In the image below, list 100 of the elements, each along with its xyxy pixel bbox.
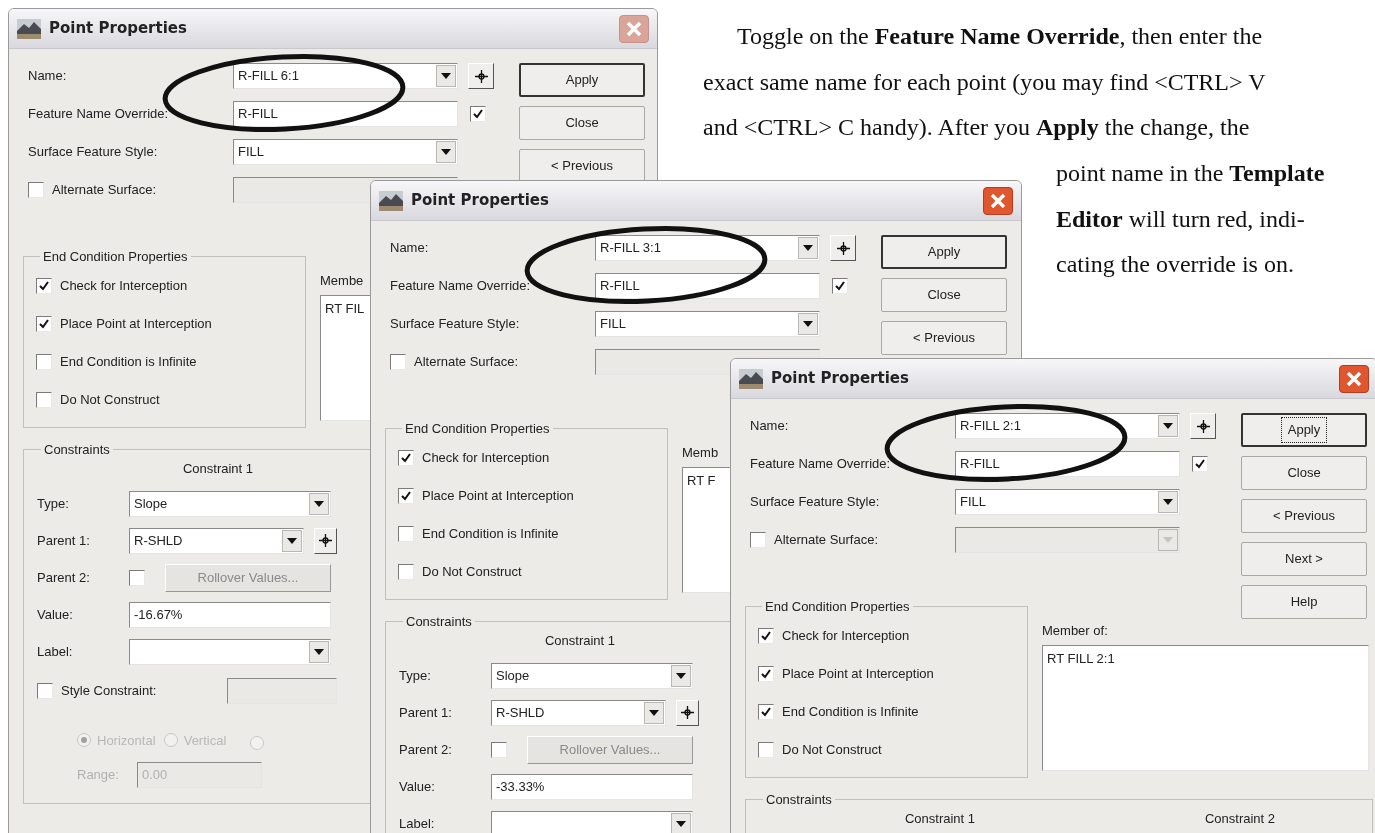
caret-icon xyxy=(1163,499,1173,505)
text-field[interactable]: -33.33% xyxy=(491,773,693,800)
pick-button[interactable] xyxy=(830,235,856,261)
field-label: Feature Name Override: xyxy=(750,455,891,474)
app-icon xyxy=(379,190,403,211)
combo-box[interactable]: R-FILL 3:1 xyxy=(595,235,820,261)
dialog-button[interactable]: < Previous xyxy=(1241,499,1367,533)
close-icon xyxy=(1346,370,1362,387)
group-title: End Condition Properties xyxy=(42,248,189,266)
text-field[interactable]: R-FILL xyxy=(233,101,458,127)
dialog-button[interactable]: Help xyxy=(1241,585,1367,619)
caret-icon xyxy=(441,73,451,79)
checkbox[interactable] xyxy=(470,106,486,122)
dialog-button[interactable]: Apply xyxy=(519,63,645,97)
combo-box[interactable]: R-SHLD xyxy=(129,527,305,554)
field-label: Style Constraint: xyxy=(61,682,157,701)
field-label: Feature Name Override: xyxy=(390,277,531,296)
window-title: Point Properties xyxy=(771,368,909,390)
dialog-button[interactable]: < Previous xyxy=(519,149,645,183)
combo-box[interactable]: Slope xyxy=(491,662,693,689)
checkbox-label: End Condition is Infinite xyxy=(60,352,197,371)
group-title: End Condition Properties xyxy=(404,420,551,438)
combo-box[interactable]: R-SHLD xyxy=(491,699,667,726)
field-label: Alternate Surface: xyxy=(774,531,879,550)
text-field[interactable]: -16.67% xyxy=(129,601,331,628)
field-label: Value: xyxy=(37,605,73,624)
checkbox[interactable] xyxy=(758,703,774,720)
text-field[interactable]: R-FILL xyxy=(595,273,820,299)
pick-button[interactable] xyxy=(1190,413,1216,439)
dialog-button[interactable]: Close xyxy=(519,106,645,140)
group-title: End Condition Properties xyxy=(764,598,911,616)
checkbox[interactable] xyxy=(758,665,774,682)
checkbox[interactable] xyxy=(398,449,414,466)
combo-box[interactable]: FILL xyxy=(955,489,1180,515)
dropdown-button[interactable] xyxy=(436,65,456,87)
caret-icon xyxy=(676,672,686,679)
checkbox[interactable] xyxy=(1192,456,1208,472)
dropdown-button[interactable] xyxy=(798,313,818,335)
dropdown-button[interactable] xyxy=(282,529,303,552)
dropdown-button[interactable] xyxy=(436,141,456,163)
pick-button[interactable] xyxy=(314,527,337,554)
dropdown-button[interactable] xyxy=(644,701,665,724)
app-icon xyxy=(17,18,41,39)
dialog-button[interactable]: Apply xyxy=(881,235,1007,269)
close-button[interactable] xyxy=(619,14,649,43)
pick-button[interactable] xyxy=(468,63,494,89)
checkbox[interactable] xyxy=(36,391,52,408)
dropdown-button[interactable] xyxy=(1158,491,1178,513)
close-icon xyxy=(626,20,642,37)
caret-icon xyxy=(1163,537,1173,543)
checkbox[interactable] xyxy=(832,278,848,294)
group-title: Constraints xyxy=(405,612,473,631)
checkbox[interactable] xyxy=(36,277,52,294)
dropdown-button[interactable] xyxy=(671,812,691,833)
field-label: Label: xyxy=(37,642,73,661)
caret-icon xyxy=(441,149,451,155)
column-heading: Constraint 1 xyxy=(181,460,255,478)
checkbox[interactable] xyxy=(37,683,53,699)
field-label: Surface Feature Style: xyxy=(28,143,158,162)
dropdown-button[interactable] xyxy=(1158,415,1178,437)
caret-icon xyxy=(287,537,298,544)
crosshair-icon xyxy=(319,534,333,547)
list-box[interactable]: RT FILL 2:1 xyxy=(1042,644,1369,771)
paragraph: point name in the Template Editor will turn red, indi- cating the override is on. xyxy=(1056,159,1325,279)
column-heading: Constraint 1 xyxy=(543,632,617,650)
field-label: Type: xyxy=(399,666,431,685)
dropdown-button[interactable] xyxy=(671,664,691,687)
checkbox-label: Check for Interception xyxy=(60,276,188,295)
checkbox[interactable] xyxy=(398,487,414,504)
text-field[interactable]: R-FILL xyxy=(955,451,1180,477)
checkbox[interactable] xyxy=(36,353,52,370)
dropdown-button[interactable] xyxy=(309,640,329,663)
dialog-button[interactable]: Close xyxy=(1241,456,1367,490)
dialog-button[interactable]: Apply xyxy=(1241,413,1367,447)
window-title: Point Properties xyxy=(49,18,187,40)
checkbox[interactable] xyxy=(398,525,414,542)
checkbox[interactable] xyxy=(36,315,52,332)
list-label: Membe xyxy=(320,272,364,290)
combo-box[interactable]: FILL xyxy=(233,139,458,165)
pick-button[interactable] xyxy=(676,699,699,726)
close-button[interactable] xyxy=(1339,364,1369,393)
text-field[interactable] xyxy=(227,678,337,704)
dropdown-button[interactable] xyxy=(309,492,329,515)
dialog-button[interactable]: < Previous xyxy=(881,321,1007,355)
combo-box[interactable]: Slope xyxy=(129,490,331,517)
close-button[interactable] xyxy=(983,186,1013,215)
checkbox[interactable] xyxy=(398,563,414,580)
combo-box[interactable]: R-FILL 6:1 xyxy=(233,63,458,89)
list-label: Memb xyxy=(682,444,719,462)
field-label: Name: xyxy=(390,239,429,258)
checkbox[interactable] xyxy=(758,627,774,644)
checkbox-label: Place Point at Interception xyxy=(60,314,212,333)
dialog-button[interactable]: Close xyxy=(881,278,1007,312)
combo-box[interactable]: R-FILL 2:1 xyxy=(955,413,1180,439)
combo-box[interactable]: FILL xyxy=(595,311,820,337)
checkbox[interactable] xyxy=(758,741,774,758)
dialog-button[interactable]: Next > xyxy=(1241,542,1367,576)
dropdown-button[interactable] xyxy=(798,237,818,259)
field-label: Range: xyxy=(77,765,119,784)
list-item[interactable]: RT FILL 2:1 xyxy=(1047,648,1364,668)
